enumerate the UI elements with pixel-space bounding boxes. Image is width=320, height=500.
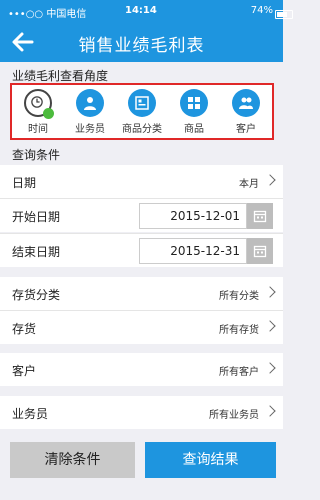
chevron-right-icon	[264, 405, 276, 417]
date-row[interactable]: 日期 本月	[0, 165, 283, 198]
dimension-label: 商品分类	[122, 124, 162, 135]
calendar-icon[interactable]	[247, 238, 273, 264]
dimension-label: 时间	[28, 124, 48, 135]
carrier-label: •••○○ 中国电信	[8, 9, 87, 20]
salesperson-row[interactable]: 业务员 所有业务员	[0, 396, 283, 429]
query-results-button[interactable]: 查询结果	[145, 442, 276, 478]
clear-conditions-button[interactable]: 清除条件	[10, 442, 135, 478]
dimension-time[interactable]: 时间	[12, 89, 64, 135]
end-date-input[interactable]: 2015-12-31	[139, 238, 247, 264]
date-label: 日期	[12, 176, 37, 190]
customer-value: 所有客户	[219, 367, 259, 378]
inventory-category-label: 存货分类	[12, 288, 61, 302]
query-section-title: 查询条件	[12, 148, 61, 162]
dimension-section-title: 业绩毛利查看角度	[12, 69, 109, 83]
dimension-product[interactable]: 商品	[168, 89, 220, 135]
dimension-customer[interactable]: 客户	[220, 89, 272, 135]
clock-icon	[24, 89, 54, 119]
chevron-right-icon	[264, 286, 276, 298]
inventory-row[interactable]: 存货 所有存货	[0, 311, 283, 344]
category-icon	[128, 89, 156, 117]
inventory-label: 存货	[12, 322, 37, 336]
dimension-salesperson[interactable]: 业务员	[64, 89, 116, 135]
customer-icon	[232, 89, 260, 117]
battery-icon	[275, 10, 293, 19]
chevron-right-icon	[264, 320, 276, 332]
battery-percent: 74%	[250, 5, 273, 16]
end-date-row: 结束日期 2015-12-31	[0, 234, 283, 267]
chevron-right-icon	[264, 362, 276, 374]
end-date-label: 结束日期	[12, 245, 61, 259]
check-icon	[43, 108, 54, 119]
calendar-icon[interactable]	[247, 203, 273, 229]
inventory-category-value: 所有分类	[219, 291, 259, 302]
inventory-value: 所有存货	[219, 325, 259, 336]
salesperson-value: 所有业务员	[209, 410, 259, 421]
status-right: 74%	[250, 5, 293, 19]
dimension-label: 业务员	[75, 124, 105, 135]
start-date-label: 开始日期	[12, 210, 61, 224]
salesperson-icon	[76, 89, 104, 117]
dimension-category[interactable]: 商品分类	[116, 89, 168, 135]
start-date-row: 开始日期 2015-12-01	[0, 199, 283, 232]
status-bar: •••○○ 中国电信 14:14 74%	[0, 0, 293, 22]
inventory-category-row[interactable]: 存货分类 所有分类	[0, 277, 283, 310]
dimension-label: 客户	[236, 124, 256, 135]
customer-row[interactable]: 客户 所有客户	[0, 353, 283, 386]
page-title: 销售业绩毛利表	[78, 36, 205, 56]
product-icon	[180, 89, 208, 117]
date-value: 本月	[239, 179, 259, 190]
chevron-right-icon	[264, 174, 276, 186]
customer-label: 客户	[12, 364, 37, 378]
dimension-selector: 时间 业务员 商品分类 商品 客户	[10, 83, 274, 140]
salesperson-label: 业务员	[12, 407, 49, 421]
start-date-input[interactable]: 2015-12-01	[139, 203, 247, 229]
status-time: 14:14	[125, 5, 157, 16]
nav-bar: 销售业绩毛利表	[0, 22, 283, 62]
dimension-label: 商品	[184, 124, 204, 135]
